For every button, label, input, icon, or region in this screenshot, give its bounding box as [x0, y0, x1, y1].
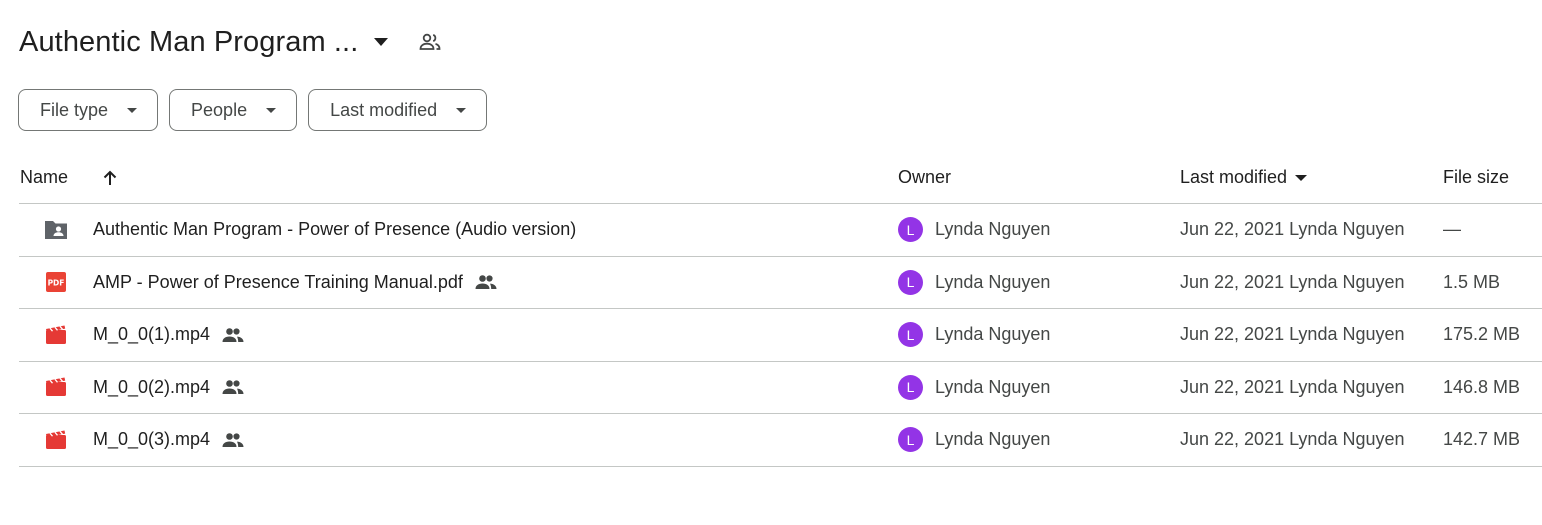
- drive-folder-view: Authentic Man Program ... File type Peop…: [0, 0, 1542, 525]
- owner-name: Lynda Nguyen: [935, 376, 1051, 397]
- shared-people-icon: [475, 274, 497, 290]
- file-table: Name Owner Last modified File size Authe…: [19, 152, 1542, 467]
- file-size-cell: 146.8 MB: [1443, 376, 1521, 397]
- owner-cell: L Lynda Nguyen: [898, 309, 1050, 361]
- table-row[interactable]: Authentic Man Program - Power of Presenc…: [19, 204, 1542, 257]
- last-modified-cell: Jun 22, 2021 Lynda Nguyen: [1180, 324, 1405, 345]
- avatar[interactable]: L: [898, 217, 923, 243]
- owner-cell: L Lynda Nguyen: [898, 204, 1050, 256]
- avatar[interactable]: L: [898, 427, 923, 453]
- owner-name: Lynda Nguyen: [935, 271, 1051, 292]
- filter-label: File type: [40, 99, 109, 120]
- file-name: AMP - Power of Presence Training Manual.…: [93, 271, 463, 292]
- file-size-cell: —: [1443, 219, 1461, 240]
- last-modified-cell: Jun 22, 2021 Lynda Nguyen: [1180, 376, 1405, 397]
- owner-cell: L Lynda Nguyen: [898, 257, 1050, 309]
- file-type-filter[interactable]: File type: [18, 89, 159, 131]
- last-modified-cell: Jun 22, 2021 Lynda Nguyen: [1180, 271, 1405, 292]
- owner-name: Lynda Nguyen: [935, 429, 1051, 450]
- pdf-icon: PDF: [43, 257, 69, 309]
- video-icon: [43, 414, 69, 466]
- svg-text:PDF: PDF: [48, 279, 65, 288]
- table-row[interactable]: M_0_0(1).mp4 L Lynda Nguyen Jun 22, 2021…: [19, 309, 1542, 362]
- folder-header: Authentic Man Program ...: [19, 22, 446, 62]
- table-row[interactable]: PDF AMP - Power of Presence Training Man…: [19, 257, 1542, 309]
- column-header-name[interactable]: Name: [20, 167, 68, 188]
- owner-name: Lynda Nguyen: [935, 219, 1051, 240]
- file-name-cell: AMP - Power of Presence Training Manual.…: [93, 257, 497, 309]
- last-modified-cell: Jun 22, 2021 Lynda Nguyen: [1180, 219, 1405, 240]
- file-name: M_0_0(1).mp4: [93, 324, 211, 345]
- shared-people-icon: [222, 327, 244, 343]
- video-icon: [43, 362, 69, 414]
- file-name-cell: M_0_0(1).mp4: [93, 309, 244, 361]
- file-name-cell: M_0_0(3).mp4: [93, 414, 244, 466]
- filter-label: People: [191, 99, 248, 120]
- avatar[interactable]: L: [898, 322, 923, 348]
- file-size-cell: 175.2 MB: [1443, 324, 1521, 345]
- last-modified-filter[interactable]: Last modified: [308, 89, 488, 131]
- column-header-label: Last modified: [1180, 167, 1288, 187]
- column-header-file-size[interactable]: File size: [1443, 167, 1509, 188]
- column-header-last-modified[interactable]: Last modified: [1180, 167, 1308, 188]
- column-header-owner[interactable]: Owner: [898, 167, 951, 188]
- shared-people-icon: [222, 432, 244, 448]
- file-name: Authentic Man Program - Power of Presenc…: [93, 219, 577, 240]
- file-size-cell: 1.5 MB: [1443, 271, 1501, 292]
- file-name: M_0_0(3).mp4: [93, 429, 211, 450]
- arrow-drop-down-icon: [266, 107, 277, 113]
- arrow-drop-down-icon: [1295, 174, 1308, 181]
- shared-people-icon: [222, 379, 244, 395]
- avatar[interactable]: L: [898, 269, 923, 295]
- folder-title[interactable]: Authentic Man Program ...: [19, 26, 358, 59]
- arrow-drop-down-icon: [456, 107, 467, 113]
- owner-cell: L Lynda Nguyen: [898, 362, 1050, 414]
- shared-folder-icon: [43, 204, 69, 256]
- arrow-upward-icon[interactable]: [99, 167, 121, 189]
- table-row[interactable]: M_0_0(3).mp4 L Lynda Nguyen Jun 22, 2021…: [19, 414, 1542, 467]
- people-filter[interactable]: People: [169, 89, 298, 131]
- arrow-drop-down-icon: [127, 107, 138, 113]
- table-header: Name Owner Last modified File size: [19, 152, 1542, 204]
- avatar[interactable]: L: [898, 374, 923, 400]
- table-row[interactable]: M_0_0(2).mp4 L Lynda Nguyen Jun 22, 2021…: [19, 362, 1542, 414]
- filter-label: Last modified: [330, 99, 438, 120]
- owner-cell: L Lynda Nguyen: [898, 414, 1050, 466]
- last-modified-cell: Jun 22, 2021 Lynda Nguyen: [1180, 429, 1405, 450]
- file-size-cell: 142.7 MB: [1443, 429, 1521, 450]
- filter-bar: File type People Last modified: [18, 89, 488, 131]
- owner-name: Lynda Nguyen: [935, 324, 1051, 345]
- video-icon: [43, 309, 69, 361]
- arrow-drop-down-icon[interactable]: [366, 27, 396, 57]
- file-name: M_0_0(2).mp4: [93, 376, 211, 397]
- file-name-cell: M_0_0(2).mp4: [93, 362, 244, 414]
- shared-people-icon[interactable]: [414, 26, 446, 58]
